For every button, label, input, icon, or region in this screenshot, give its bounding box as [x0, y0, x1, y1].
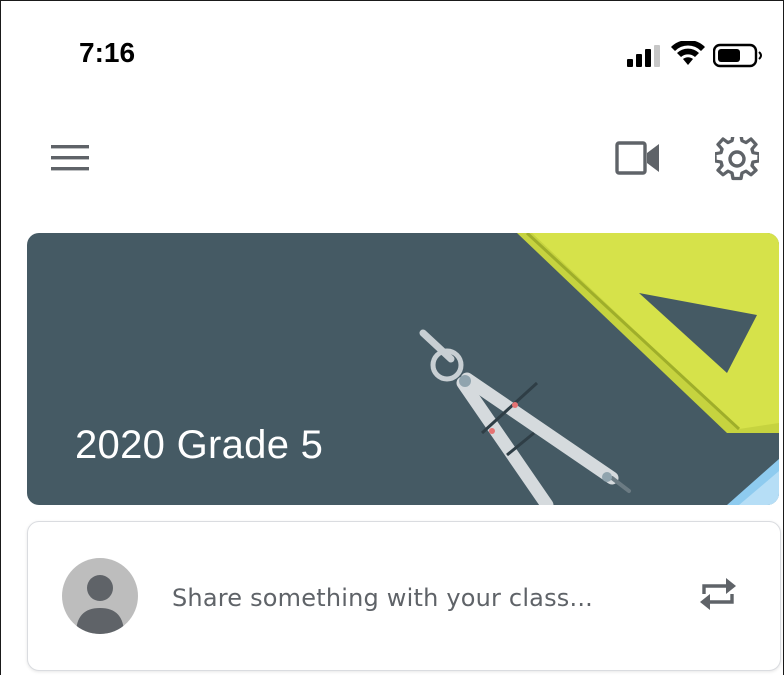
compass-illustration: [419, 329, 631, 505]
share-card[interactable]: Share something with your class...: [27, 521, 781, 671]
class-title: 2020 Grade 5: [75, 423, 324, 467]
menu-icon[interactable]: [51, 143, 91, 173]
status-icons: [619, 41, 769, 71]
app-bar: [1, 119, 783, 199]
video-call-icon[interactable]: [615, 139, 663, 179]
phone-screen: 7:16 2020 Grade 5 Share something with y…: [0, 0, 784, 675]
person-icon: [76, 575, 124, 634]
repost-icon[interactable]: [698, 574, 738, 614]
avatar: [62, 558, 138, 634]
status-time: 7:16: [79, 37, 136, 68]
signal-icon: [627, 45, 660, 67]
status-bar: 7:16: [1, 1, 783, 81]
settings-icon[interactable]: [715, 137, 759, 181]
set-square-illustration: [517, 233, 779, 433]
share-input[interactable]: Share something with your class...: [172, 584, 593, 612]
class-banner[interactable]: 2020 Grade 5: [27, 233, 779, 505]
battery-icon: [713, 43, 762, 68]
wifi-icon: [671, 41, 705, 65]
